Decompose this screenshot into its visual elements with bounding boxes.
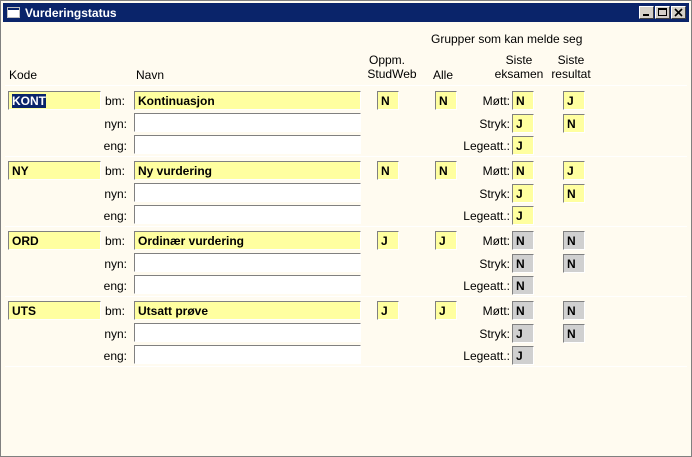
minimize-button[interactable]: [639, 6, 654, 19]
kode-field[interactable]: KONT: [8, 91, 101, 110]
navn-eng-field[interactable]: [134, 205, 361, 224]
legeatt-label: Legeatt.:: [463, 209, 510, 223]
stryk-label: Stryk:: [479, 257, 510, 271]
navn-nyn-field[interactable]: [134, 253, 361, 272]
header-oppm-line1: Oppm.: [368, 53, 405, 67]
alle-field[interactable]: J: [435, 231, 457, 250]
header-grupper: Grupper som kan melde seg: [431, 32, 583, 46]
stryk-resultat-field[interactable]: N: [563, 114, 585, 133]
nyn-label: nyn:: [104, 117, 127, 131]
navn-nyn-field[interactable]: [134, 323, 361, 342]
navn-nyn-field[interactable]: [134, 183, 361, 202]
navn-bm-field[interactable]: Ny vurdering: [134, 161, 361, 180]
stryk-label: Stryk:: [479, 117, 510, 131]
stryk-eksamen-field[interactable]: J: [512, 114, 534, 133]
legeatt-label: Legeatt.:: [463, 139, 510, 153]
record-separator: [5, 226, 687, 227]
nyn-label: nyn:: [104, 327, 127, 341]
mott-resultat-field[interactable]: J: [563, 91, 585, 110]
window-icon: [7, 7, 20, 18]
oppm-studweb-field[interactable]: J: [377, 231, 399, 250]
kode-field[interactable]: NY: [8, 161, 101, 180]
minimize-icon: [643, 14, 649, 16]
navn-bm-field[interactable]: Kontinuasjon: [134, 91, 361, 110]
navn-bm-field[interactable]: Ordinær vurdering: [134, 231, 361, 250]
record-separator: [5, 296, 687, 297]
stryk-eksamen-field[interactable]: J: [512, 324, 534, 343]
mott-label: Møtt:: [482, 304, 510, 318]
bm-label: bm:: [104, 164, 125, 178]
legeatt-eksamen-field[interactable]: N: [512, 276, 534, 295]
title-bar[interactable]: Vurderingstatus: [3, 3, 689, 22]
nyn-label: nyn:: [104, 257, 127, 271]
stryk-eksamen-field[interactable]: N: [512, 254, 534, 273]
navn-eng-field[interactable]: [134, 345, 361, 364]
navn-eng-field[interactable]: [134, 275, 361, 294]
mott-label: Møtt:: [482, 164, 510, 178]
legeatt-eksamen-field[interactable]: J: [512, 346, 534, 365]
close-icon: [674, 8, 683, 17]
mott-eksamen-field[interactable]: N: [512, 161, 534, 180]
mott-eksamen-field[interactable]: N: [512, 91, 534, 110]
header-kode: Kode: [9, 68, 38, 82]
mott-resultat-field[interactable]: N: [563, 231, 585, 250]
navn-eng-field[interactable]: [134, 135, 361, 154]
oppm-studweb-field[interactable]: N: [377, 161, 399, 180]
header-siste-eksamen-line2: eksamen: [494, 67, 544, 81]
kode-field[interactable]: UTS: [8, 301, 101, 320]
eng-label: eng:: [103, 349, 127, 363]
header-navn: Navn: [136, 68, 165, 82]
mott-eksamen-field[interactable]: N: [512, 301, 534, 320]
mott-eksamen-field[interactable]: N: [512, 231, 534, 250]
legeatt-eksamen-field[interactable]: J: [512, 136, 534, 155]
navn-bm-field[interactable]: Utsatt prøve: [134, 301, 361, 320]
mott-label: Møtt:: [482, 234, 510, 248]
legeatt-eksamen-field[interactable]: J: [512, 206, 534, 225]
header-oppm-line2: StudWeb: [367, 67, 417, 81]
record-separator: [5, 366, 687, 367]
header-alle: Alle: [433, 68, 454, 82]
stryk-resultat-field[interactable]: N: [563, 184, 585, 203]
navn-nyn-field[interactable]: [134, 113, 361, 132]
kode-field[interactable]: ORD: [8, 231, 101, 250]
legeatt-label: Legeatt.:: [463, 349, 510, 363]
header-siste-resultat-line1: Siste: [557, 53, 585, 67]
stryk-eksamen-field[interactable]: J: [512, 184, 534, 203]
oppm-studweb-field[interactable]: N: [377, 91, 399, 110]
alle-field[interactable]: N: [435, 91, 457, 110]
alle-field[interactable]: J: [435, 301, 457, 320]
header-siste-resultat-line2: resultat: [551, 67, 591, 81]
bm-label: bm:: [104, 94, 125, 108]
stryk-label: Stryk:: [479, 327, 510, 341]
maximize-button[interactable]: [655, 6, 670, 19]
stryk-resultat-field[interactable]: N: [563, 324, 585, 343]
stryk-label: Stryk:: [479, 187, 510, 201]
eng-label: eng:: [103, 209, 127, 223]
close-button[interactable]: [671, 6, 686, 19]
window-title: Vurderingstatus: [25, 6, 117, 20]
oppm-studweb-field[interactable]: J: [377, 301, 399, 320]
nyn-label: nyn:: [104, 187, 127, 201]
mott-label: Møtt:: [482, 94, 510, 108]
vurderingstatus-window: Vurderingstatus Grupper som kan melde se…: [0, 0, 692, 457]
alle-field[interactable]: N: [435, 161, 457, 180]
stryk-resultat-field[interactable]: N: [563, 254, 585, 273]
mott-resultat-field[interactable]: N: [563, 301, 585, 320]
header-separator: [5, 85, 687, 86]
record-separator: [5, 156, 687, 157]
eng-label: eng:: [103, 139, 127, 153]
legeatt-label: Legeatt.:: [463, 279, 510, 293]
header-siste-eksamen-line1: Siste: [505, 53, 533, 67]
maximize-icon: [658, 8, 667, 16]
bm-label: bm:: [104, 304, 125, 318]
bm-label: bm:: [104, 234, 125, 248]
eng-label: eng:: [103, 279, 127, 293]
mott-resultat-field[interactable]: J: [563, 161, 585, 180]
